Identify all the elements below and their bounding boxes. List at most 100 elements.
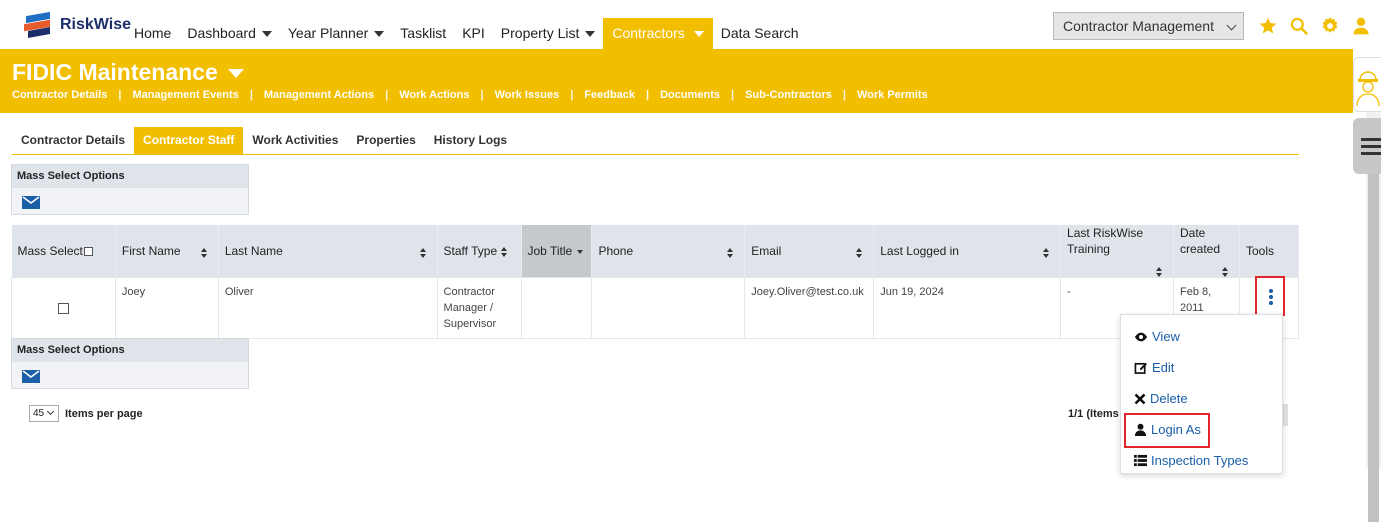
login-as-highlight xyxy=(1124,413,1210,448)
sort-desc-icon xyxy=(577,249,584,254)
cell-job-title xyxy=(520,277,593,339)
table-row: Joey Oliver Contractor Manager / Supervi… xyxy=(11,277,1300,339)
col-phone[interactable]: Phone xyxy=(591,225,746,278)
side-menu-toggle[interactable] xyxy=(1353,118,1381,174)
caret-down-icon xyxy=(585,31,596,38)
email-icon[interactable] xyxy=(22,370,40,386)
tab-contractor-staff[interactable]: Contractor Staff xyxy=(134,127,244,154)
tab-work-activities[interactable]: Work Activities xyxy=(243,127,347,154)
nav-property-list[interactable]: Property List xyxy=(493,18,604,49)
more-vertical-icon xyxy=(1269,289,1273,293)
tab-contractor-details[interactable]: Contractor Details xyxy=(12,127,134,154)
worker-helmet-icon xyxy=(1356,71,1380,107)
sort-icon xyxy=(727,248,734,258)
sort-icon xyxy=(1043,248,1050,258)
items-per-page: 45 Items per page xyxy=(29,405,143,422)
col-tools: Tools xyxy=(1239,225,1300,278)
nav-tasklist[interactable]: Tasklist xyxy=(392,18,454,49)
list-icon xyxy=(1134,454,1147,467)
col-staff-type[interactable]: Staff Type xyxy=(437,225,522,278)
close-icon xyxy=(1134,393,1146,405)
select-all-checkbox[interactable] xyxy=(83,247,93,257)
menu-item-inspection-types[interactable]: Inspection Types xyxy=(1134,450,1248,472)
cell-last-name: Oliver xyxy=(217,277,438,339)
subnav-work-issues[interactable]: Work Issues xyxy=(495,89,560,101)
user-icon[interactable] xyxy=(1349,14,1373,38)
cell-last-logged-in: Jun 19, 2024 xyxy=(873,277,1062,339)
riskwise-logo[interactable]: RiskWise xyxy=(24,11,131,38)
col-job-title[interactable]: Job Title xyxy=(521,225,593,278)
subnav-documents[interactable]: Documents xyxy=(660,89,720,101)
caret-down-icon xyxy=(693,31,704,38)
main-nav: Home Dashboard Year Planner Tasklist KPI… xyxy=(126,18,807,49)
page-title[interactable]: FIDIC Maintenance xyxy=(12,59,244,86)
nav-home[interactable]: Home xyxy=(126,18,179,49)
cell-email: Joey.Oliver@test.co.uk xyxy=(744,277,875,339)
nav-dashboard[interactable]: Dashboard xyxy=(179,18,280,49)
staff-table: Mass Select First Name Last Name Staff T… xyxy=(11,225,1300,339)
star-icon[interactable] xyxy=(1256,14,1280,38)
scrollbar-thumb[interactable] xyxy=(1368,162,1379,522)
col-date-created[interactable]: Date created xyxy=(1173,225,1240,278)
sort-icon xyxy=(1221,267,1229,277)
caret-down-icon xyxy=(261,31,272,38)
chevron-down-icon xyxy=(46,407,55,416)
tab-history-logs[interactable]: History Logs xyxy=(425,127,516,154)
row-select-cell xyxy=(11,277,116,339)
sort-icon xyxy=(200,248,208,258)
sort-icon xyxy=(856,248,863,258)
email-icon[interactable] xyxy=(22,196,40,212)
per-page-label: Items per page xyxy=(65,407,143,420)
cell-phone xyxy=(591,277,746,339)
row-tools-menu: View Edit Delete Login As Inspection Typ… xyxy=(1120,314,1283,474)
row-checkbox[interactable] xyxy=(57,302,69,314)
mass-select-panel-top: Mass Select Options xyxy=(11,164,249,215)
top-icons xyxy=(1256,14,1373,38)
top-navigation: RiskWise Home Dashboard Year Planner Tas… xyxy=(0,0,1381,49)
edit-icon xyxy=(1134,362,1148,374)
gear-icon[interactable] xyxy=(1318,14,1342,38)
subnav-sub-contractors[interactable]: Sub-Contractors xyxy=(745,89,832,101)
nav-contractors[interactable]: Contractors xyxy=(603,18,713,49)
subnav-management-events[interactable]: Management Events xyxy=(132,89,238,101)
cell-first-name: Joey xyxy=(114,277,219,339)
caret-down-icon xyxy=(374,31,385,38)
helper-avatar[interactable] xyxy=(1353,57,1381,112)
col-first-name[interactable]: First Name xyxy=(115,225,219,278)
menu-item-edit[interactable]: Edit xyxy=(1134,357,1174,379)
per-page-select[interactable]: 45 xyxy=(29,405,59,422)
cell-staff-type: Contractor Manager / Supervisor xyxy=(436,277,522,339)
table-header-row: Mass Select First Name Last Name Staff T… xyxy=(11,225,1300,278)
module-select-value: Contractor Management xyxy=(1063,18,1214,34)
subnav-management-actions[interactable]: Management Actions xyxy=(264,89,374,101)
subnav-feedback[interactable]: Feedback xyxy=(584,89,635,101)
sort-icon xyxy=(501,246,508,257)
col-last-training[interactable]: Last RiskWise Training xyxy=(1060,225,1174,278)
menu-item-view[interactable]: View xyxy=(1134,326,1180,348)
col-last-logged-in[interactable]: Last Logged in xyxy=(873,225,1062,278)
logo-mark-icon xyxy=(24,11,54,38)
nav-year-planner[interactable]: Year Planner xyxy=(280,18,392,49)
subnav-work-permits[interactable]: Work Permits xyxy=(857,89,928,101)
row-tools-button[interactable] xyxy=(1255,276,1285,316)
chevron-down-icon xyxy=(1226,20,1237,31)
subnav-work-actions[interactable]: Work Actions xyxy=(399,89,469,101)
pagination-info: 1/1 (Items xyxy=(1068,408,1119,420)
search-icon[interactable] xyxy=(1287,14,1311,38)
subnav-contractor-details[interactable]: Contractor Details xyxy=(12,89,107,101)
mass-select-label: Mass Select Options xyxy=(12,165,248,188)
app-name: RiskWise xyxy=(60,16,131,33)
nav-data-search[interactable]: Data Search xyxy=(713,18,807,49)
mass-select-panel-bottom: Mass Select Options xyxy=(11,338,249,389)
mass-select-label: Mass Select Options xyxy=(12,339,248,362)
module-select[interactable]: Contractor Management xyxy=(1053,12,1244,40)
col-email[interactable]: Email xyxy=(744,225,875,278)
nav-kpi[interactable]: KPI xyxy=(454,18,493,49)
contractor-subnav: Contractor Details | Management Events | M… xyxy=(12,89,928,101)
tab-properties[interactable]: Properties xyxy=(347,127,424,154)
menu-item-delete[interactable]: Delete xyxy=(1134,388,1188,410)
col-last-name[interactable]: Last Name xyxy=(218,225,438,278)
staff-tabs: Contractor Details Contractor Staff Work… xyxy=(12,127,1299,155)
page-header: FIDIC Maintenance Contractor Details | Ma… xyxy=(0,49,1353,113)
sort-icon xyxy=(1156,267,1163,277)
